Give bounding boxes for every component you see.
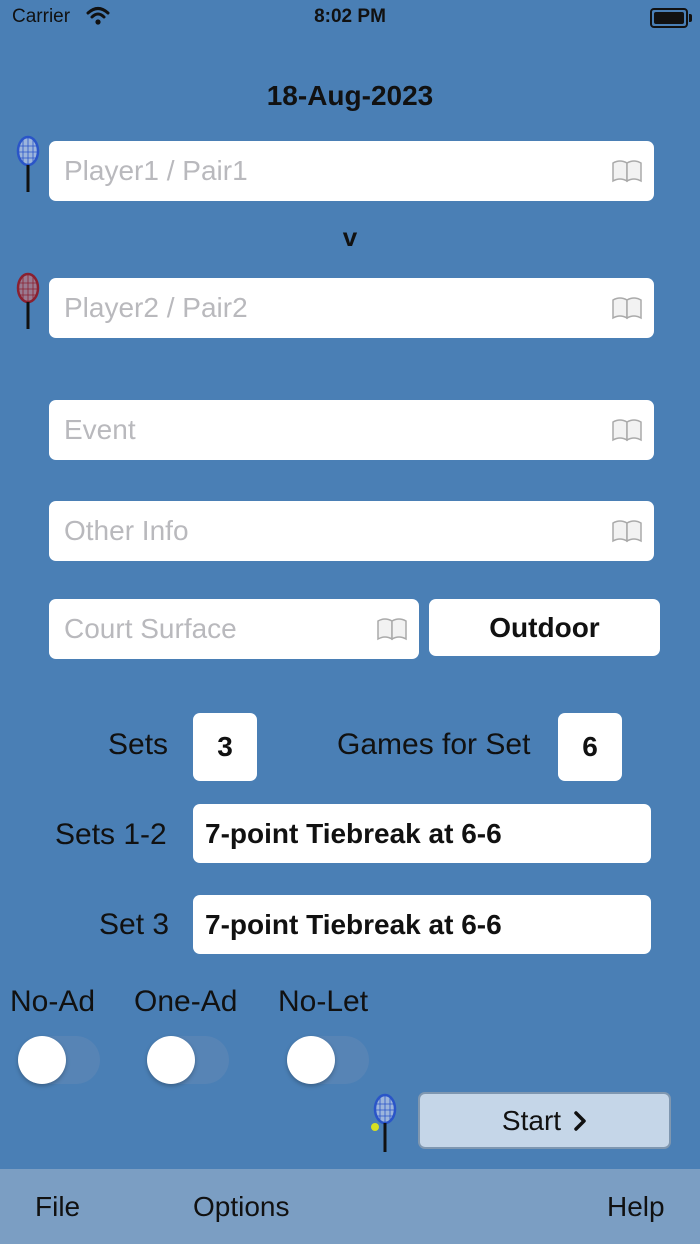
one-ad-toggle[interactable] [147, 1036, 229, 1084]
player2-input[interactable] [62, 291, 604, 325]
court-surface-input[interactable] [62, 612, 369, 646]
status-bar: Carrier 8:02 PM [0, 0, 700, 36]
no-let-label: No-Let [278, 985, 369, 1018]
tab-file[interactable]: File [35, 1191, 80, 1223]
sets-value-box[interactable]: 3 [193, 713, 257, 781]
player1-field[interactable] [49, 141, 654, 201]
no-ad-toggle[interactable] [18, 1036, 100, 1084]
games-for-set-label: Games for Set [337, 728, 531, 761]
tab-options[interactable]: Options [193, 1191, 290, 1223]
one-ad-label: One-Ad [134, 985, 238, 1018]
event-field[interactable] [49, 400, 654, 460]
player2-field[interactable] [49, 278, 654, 338]
book-icon[interactable] [610, 295, 644, 321]
status-time: 8:02 PM [314, 6, 386, 27]
other-info-input[interactable] [62, 514, 604, 548]
outdoor-button[interactable]: Outdoor [429, 599, 660, 656]
sets12-label: Sets 1-2 [55, 818, 167, 851]
other-info-field[interactable] [49, 501, 654, 561]
player2-racket-icon [16, 272, 40, 329]
set3-tiebreak-select[interactable]: 7-point Tiebreak at 6-6 [193, 895, 651, 954]
start-label: Start [501, 1104, 562, 1136]
start-racket-icon [371, 1093, 397, 1152]
sets-label: Sets [108, 728, 169, 761]
sets12-tiebreak-select[interactable]: 7-point Tiebreak at 6-6 [193, 804, 651, 863]
start-button[interactable]: Start [418, 1092, 671, 1149]
tab-bar: File Options Help [0, 1169, 700, 1244]
book-icon[interactable] [610, 158, 644, 184]
no-let-toggle[interactable] [287, 1036, 369, 1084]
chevron-right-icon [574, 1110, 586, 1131]
tab-help[interactable]: Help [607, 1191, 665, 1223]
battery-icon [650, 8, 692, 28]
player1-input[interactable] [62, 154, 604, 188]
book-icon[interactable] [610, 417, 644, 443]
versus-label: v [342, 222, 358, 252]
games-value-box[interactable]: 6 [558, 713, 622, 781]
match-date[interactable]: 18-Aug-2023 [0, 80, 700, 112]
court-surface-field[interactable] [49, 599, 419, 659]
set3-label: Set 3 [99, 908, 170, 941]
book-icon[interactable] [375, 616, 409, 642]
no-ad-label: No-Ad [10, 985, 96, 1018]
tennis-ball-icon [371, 1123, 379, 1131]
event-input[interactable] [62, 413, 604, 447]
player1-racket-icon [16, 135, 40, 192]
book-icon[interactable] [610, 518, 644, 544]
